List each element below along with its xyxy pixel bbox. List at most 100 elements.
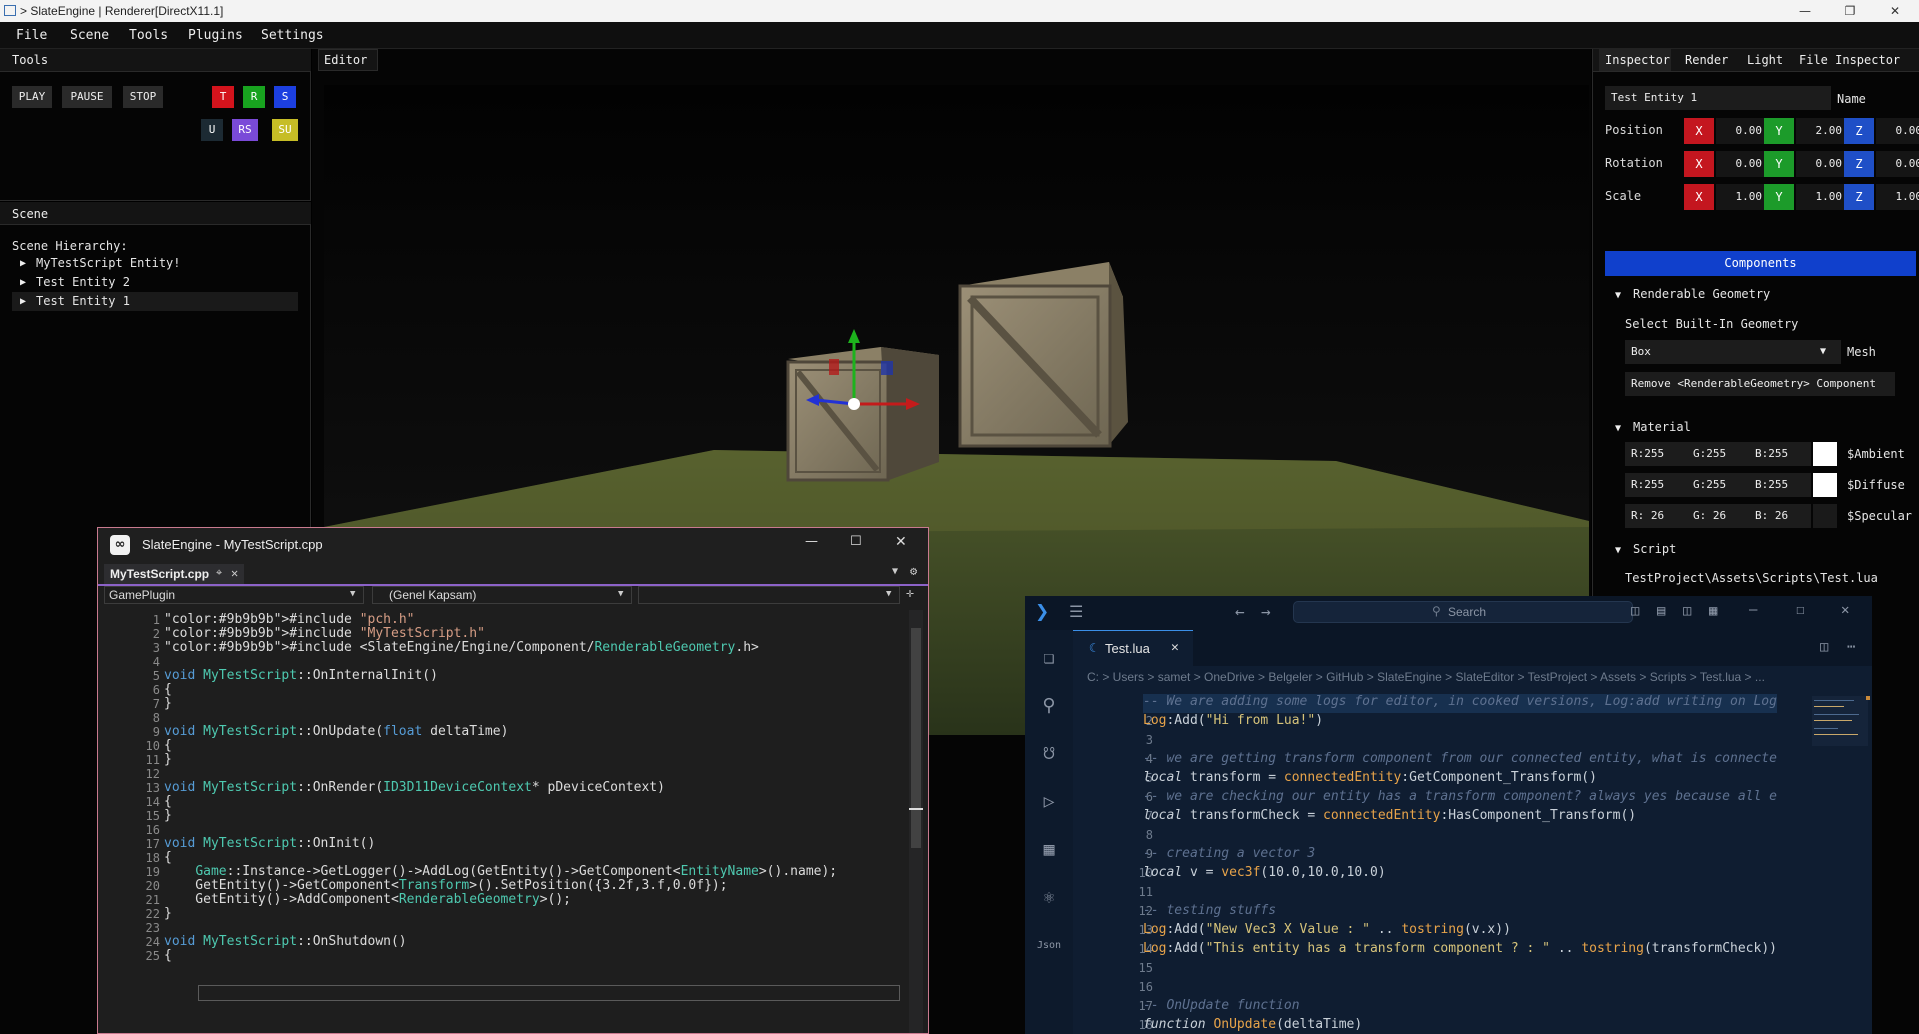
collapse-arrow-icon[interactable]: ▼ <box>1615 290 1621 301</box>
json-icon[interactable]: Json <box>1037 934 1061 958</box>
pause-button[interactable]: PAUSE <box>62 86 112 108</box>
material-g-field[interactable]: G:255 <box>1687 442 1749 466</box>
editor-tab[interactable]: Editor <box>324 53 367 67</box>
hierarchy-item-mytestscript[interactable]: ▶ MyTestScript Entity! <box>12 254 298 273</box>
toggle-sidebar-icon[interactable]: ◫ <box>1631 603 1639 619</box>
react-icon[interactable]: ⚛ <box>1037 886 1061 910</box>
expand-arrow-icon[interactable]: ▶ <box>20 258 26 269</box>
run-debug-icon[interactable]: ▷ <box>1037 790 1061 814</box>
settings-gear-icon[interactable]: ⚙ <box>910 564 917 578</box>
position-y-button[interactable]: Y <box>1764 118 1794 144</box>
project-dropdown[interactable]: GamePlugin ▼ <box>104 586 364 604</box>
components-button[interactable]: Components <box>1605 251 1916 276</box>
position-x-button[interactable]: X <box>1684 118 1714 144</box>
explorer-icon[interactable]: ❏ <box>1037 646 1061 670</box>
vscode-maximize-button[interactable]: ☐ <box>1796 602 1804 618</box>
menu-tools[interactable]: Tools <box>129 28 168 43</box>
tab-light[interactable]: Light <box>1747 53 1783 67</box>
position-x-field[interactable]: 0.00 <box>1716 118 1766 144</box>
menu-settings[interactable]: Settings <box>261 28 324 43</box>
scale-z-field[interactable]: 1.00 <box>1876 184 1919 210</box>
customize-layout-icon[interactable]: ▦ <box>1709 603 1717 619</box>
tab-render[interactable]: Render <box>1685 53 1728 67</box>
crate-test-entity-1[interactable] <box>786 347 939 482</box>
vs-maximize-button[interactable]: ☐ <box>850 534 862 549</box>
material-g-field[interactable]: G: 26 <box>1687 504 1749 528</box>
color-swatch[interactable] <box>1813 442 1837 466</box>
rotation-z-button[interactable]: Z <box>1844 151 1874 177</box>
minimap[interactable] <box>1808 692 1872 1034</box>
search-icon[interactable]: ⚲ <box>1037 694 1061 718</box>
play-button[interactable]: PLAY <box>12 86 52 108</box>
vscode-code-editor[interactable]: 1-- We are adding some logs for editor, … <box>1073 692 1808 1034</box>
vscode-minimize-button[interactable]: — <box>1749 602 1757 618</box>
more-actions-icon[interactable]: ⋯ <box>1847 639 1855 655</box>
stop-button[interactable]: STOP <box>123 86 163 108</box>
material-r-field[interactable]: R:255 <box>1625 442 1687 466</box>
expand-arrow-icon[interactable]: ▶ <box>20 277 26 288</box>
scale-y-button[interactable]: Y <box>1764 184 1794 210</box>
hierarchy-item-test-entity-1[interactable]: ▶ Test Entity 1 <box>12 292 298 311</box>
toggle-panel-icon[interactable]: ▤ <box>1657 603 1665 619</box>
rotation-x-button[interactable]: X <box>1684 151 1714 177</box>
tab-inspector[interactable]: Inspector <box>1605 53 1670 67</box>
expand-arrow-icon[interactable]: ▶ <box>20 296 26 307</box>
close-button[interactable]: ✕ <box>1880 2 1910 20</box>
toggle-secondary-sidebar-icon[interactable]: ◫ <box>1683 603 1691 619</box>
crate-test-entity-2[interactable] <box>958 262 1128 448</box>
material-b-field[interactable]: B:255 <box>1749 442 1811 466</box>
vs-code-editor[interactable]: 1 "color:#9b9b9b">#include "pch.h" 2 "color… <box>98 610 908 1033</box>
material-r-field[interactable]: R:255 <box>1625 473 1687 497</box>
color-swatch[interactable] <box>1813 504 1837 528</box>
split-editor-icon[interactable]: ✛ <box>906 586 914 601</box>
pin-icon[interactable]: ⌖ <box>216 566 222 580</box>
menu-plugins[interactable]: Plugins <box>188 28 243 43</box>
collapse-arrow-icon[interactable]: ▼ <box>1615 545 1621 556</box>
gizmo-u-button[interactable]: U <box>201 119 223 141</box>
minimize-button[interactable]: — <box>1790 2 1820 20</box>
entity-name-input[interactable]: Test Entity 1 <box>1605 86 1831 110</box>
rotation-z-field[interactable]: 0.00 <box>1876 151 1919 177</box>
rotation-x-field[interactable]: 0.00 <box>1716 151 1766 177</box>
script-header[interactable]: Script <box>1633 542 1676 556</box>
gizmo-r-button[interactable]: R <box>243 86 265 108</box>
extensions-icon[interactable]: ▦ <box>1037 838 1061 862</box>
forward-arrow-icon[interactable]: → <box>1261 602 1271 621</box>
position-z-button[interactable]: Z <box>1844 118 1874 144</box>
vs-vertical-scrollbar[interactable] <box>909 610 923 1033</box>
split-editor-icon[interactable]: ◫ <box>1820 639 1828 655</box>
tab-list-dropdown-icon[interactable]: ▼ <box>892 566 898 577</box>
tab-file-inspector[interactable]: File Inspector <box>1799 53 1900 67</box>
vs-close-button[interactable]: ✕ <box>895 534 907 550</box>
dropdown-arrow-icon[interactable]: ▼ <box>1820 346 1826 357</box>
renderable-geometry-header[interactable]: Renderable Geometry <box>1633 287 1770 301</box>
material-b-field[interactable]: B:255 <box>1749 473 1811 497</box>
scale-y-field[interactable]: 1.00 <box>1796 184 1846 210</box>
position-y-field[interactable]: 2.00 <box>1796 118 1846 144</box>
gizmo-su-button[interactable]: SU <box>272 119 298 141</box>
geometry-select[interactable]: Box <box>1625 340 1841 364</box>
material-r-field[interactable]: R: 26 <box>1625 504 1687 528</box>
scope-dropdown[interactable]: (Genel Kapsam) ▼ <box>372 586 632 604</box>
maximize-button[interactable]: ❐ <box>1835 2 1865 20</box>
collapse-arrow-icon[interactable]: ▼ <box>1615 423 1621 434</box>
material-header[interactable]: Material <box>1633 420 1691 434</box>
menu-file[interactable]: File <box>16 28 47 43</box>
rotation-y-button[interactable]: Y <box>1764 151 1794 177</box>
color-swatch[interactable] <box>1813 473 1837 497</box>
position-z-field[interactable]: 0.00 <box>1876 118 1919 144</box>
hierarchy-item-test-entity-2[interactable]: ▶ Test Entity 2 <box>12 273 298 292</box>
tab-close-icon[interactable]: ✕ <box>231 566 238 580</box>
command-search-input[interactable]: ⚲ Search <box>1293 601 1633 623</box>
material-g-field[interactable]: G:255 <box>1687 473 1749 497</box>
vs-file-tab[interactable]: MyTestScript.cpp ⌖ ✕ <box>104 564 244 584</box>
tab-close-icon[interactable]: ✕ <box>1171 640 1179 655</box>
breadcrumb[interactable]: C: > Users > samet > OneDrive > Belgeler… <box>1087 670 1787 688</box>
menu-scene[interactable]: Scene <box>70 28 109 43</box>
vscode-file-tab[interactable]: ☾ Test.lua ✕ <box>1073 630 1193 666</box>
scale-z-button[interactable]: Z <box>1844 184 1874 210</box>
back-arrow-icon[interactable]: ← <box>1235 602 1245 621</box>
material-b-field[interactable]: B: 26 <box>1749 504 1811 528</box>
source-control-icon[interactable]: ☋ <box>1037 742 1061 766</box>
vs-minimize-button[interactable]: — <box>805 534 818 549</box>
